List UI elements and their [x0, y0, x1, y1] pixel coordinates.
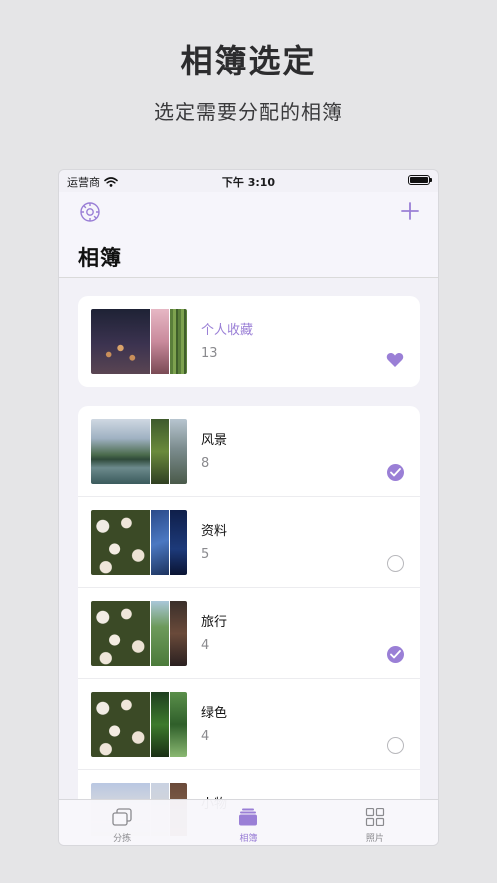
- tab-label: 相簿: [239, 834, 258, 844]
- unselected-circle-icon[interactable]: [387, 737, 404, 754]
- album-name: 风景: [201, 433, 228, 448]
- album-row[interactable]: 风景 8: [78, 406, 420, 497]
- album-name: 旅行: [201, 615, 228, 630]
- album-row[interactable]: 旅行 4: [78, 588, 420, 679]
- album-stack-icon: [239, 808, 258, 826]
- album-thumbnail: [91, 510, 187, 575]
- album-count: 5: [201, 547, 210, 562]
- cards-icon: [112, 808, 132, 826]
- tab-albums[interactable]: 相簿: [185, 800, 311, 845]
- promo-title: 相簿选定: [180, 42, 317, 80]
- checkmark-icon[interactable]: [387, 646, 404, 663]
- tab-photos[interactable]: 照片: [312, 800, 438, 845]
- tab-label: 分拣: [113, 834, 132, 844]
- phone-screen: 运营商 下午 3:10 相簿 个人收藏 13 风景 8 资料 5 旅行 4 绿色…: [58, 169, 439, 846]
- checkmark-icon[interactable]: [387, 464, 404, 481]
- grid-icon: [365, 808, 384, 826]
- heart-icon: [386, 353, 404, 367]
- favorites-card[interactable]: 个人收藏 13: [78, 296, 420, 387]
- album-thumbnail: [91, 692, 187, 757]
- page-title: 相簿: [78, 246, 122, 270]
- album-count: 8: [201, 456, 210, 471]
- status-time: 下午 3:10: [221, 176, 276, 189]
- tab-bar: 分拣 相簿 照片: [59, 799, 438, 845]
- tab-sort[interactable]: 分拣: [59, 800, 185, 845]
- album-count: 4: [201, 638, 210, 653]
- status-bar: 运营商 下午 3:10: [59, 170, 438, 192]
- album-thumbnail: [91, 309, 187, 374]
- favorites-name: 个人收藏: [201, 323, 254, 338]
- album-list: 风景 8 资料 5 旅行 4 绿色 4: [78, 406, 420, 836]
- plus-icon[interactable]: [400, 201, 420, 221]
- favorites-count: 13: [201, 346, 218, 361]
- album-thumbnail: [91, 601, 187, 666]
- album-count: 4: [201, 729, 210, 744]
- album-name: 资料: [201, 524, 228, 539]
- gear-icon[interactable]: [77, 199, 103, 225]
- album-row[interactable]: 资料 5: [78, 497, 420, 588]
- unselected-circle-icon[interactable]: [387, 555, 404, 572]
- promo-subtitle: 选定需要分配的相簿: [154, 100, 343, 124]
- tab-label: 照片: [365, 834, 384, 844]
- album-name: 绿色: [201, 706, 228, 721]
- battery-icon: [408, 175, 432, 185]
- album-thumbnail: [91, 419, 187, 484]
- nav-bar: 相簿: [59, 192, 438, 278]
- album-row[interactable]: 绿色 4: [78, 679, 420, 770]
